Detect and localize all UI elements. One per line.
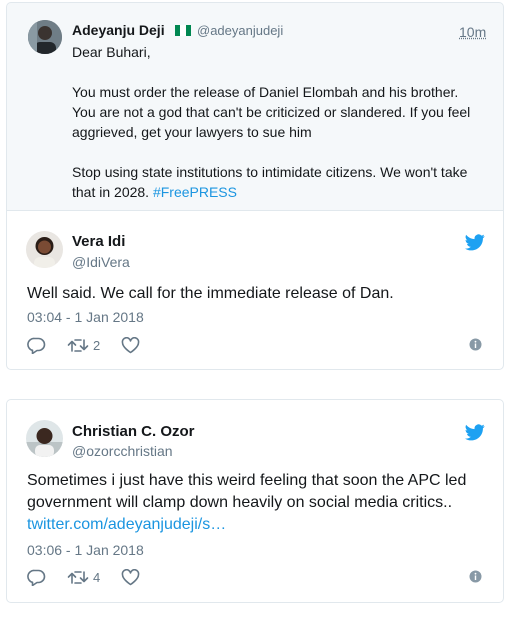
info-icon[interactable] (469, 338, 482, 356)
twitter-bird-icon[interactable] (465, 424, 485, 446)
author-name[interactable]: Adeyanju Deji (72, 22, 165, 38)
quoted-tweet-text: Dear Buhari, You must order the release … (72, 42, 492, 202)
tweet-link[interactable]: twitter.com/adeyanjudeji/s… (27, 516, 226, 533)
reply-button[interactable] (27, 569, 46, 586)
author-name[interactable]: Vera Idi (72, 233, 125, 250)
like-icon (121, 569, 140, 586)
text-line: You are not a god that can't be criticiz… (72, 104, 471, 120)
like-button[interactable] (121, 337, 140, 354)
reply-button[interactable] (27, 337, 46, 354)
avatar[interactable] (26, 231, 63, 268)
retweet-icon (67, 339, 89, 352)
quoted-tweet-card[interactable]: Adeyanju Deji @adeyanjudeji 10m Dear Buh… (6, 2, 504, 211)
reply-icon (27, 337, 46, 354)
text-line: Stop using state institutions to intimid… (72, 164, 468, 180)
reply-icon (27, 569, 46, 586)
hashtag-link[interactable]: #FreePRESS (153, 184, 237, 200)
text-line: that in 2028. #FreePRESS (72, 184, 237, 200)
author-handle[interactable]: @IdiVera (72, 254, 130, 270)
retweet-count: 2 (93, 338, 101, 353)
like-button[interactable] (121, 569, 140, 586)
info-icon[interactable] (469, 570, 482, 588)
tweet-card[interactable]: Vera Idi @IdiVera Well said. We call for… (6, 210, 504, 370)
retweet-button[interactable]: 4 (67, 569, 100, 586)
tweet-card[interactable]: Christian C. Ozor @ozorcchristian Someti… (6, 399, 504, 603)
text-line: aggrieved, get your lawyers to sue him (72, 124, 312, 140)
tweet-timestamp[interactable]: 03:04 - 1 Jan 2018 (27, 309, 144, 325)
author-name[interactable]: Christian C. Ozor (72, 423, 195, 440)
retweet-count: 4 (93, 570, 101, 585)
avatar[interactable] (26, 420, 63, 457)
nigeria-flag-icon (175, 25, 191, 36)
retweet-button[interactable]: 2 (67, 337, 100, 354)
tweet-text: Sometimes i just have this weird feeling… (27, 472, 467, 533)
author-handle[interactable]: @adeyanjudeji (197, 23, 283, 38)
tweet-timestamp[interactable]: 03:06 - 1 Jan 2018 (27, 542, 144, 558)
twitter-bird-icon[interactable] (465, 234, 485, 256)
tweet-text: Well said. We call for the immediate rel… (27, 285, 394, 302)
retweet-icon (67, 571, 89, 584)
text-line: You must order the release of Daniel Elo… (72, 84, 459, 100)
tweet-time[interactable]: 10m (459, 24, 486, 40)
text-line: Dear Buhari, (72, 44, 151, 60)
author-handle[interactable]: @ozorcchristian (72, 443, 173, 459)
like-icon (121, 337, 140, 354)
avatar[interactable] (28, 20, 62, 54)
